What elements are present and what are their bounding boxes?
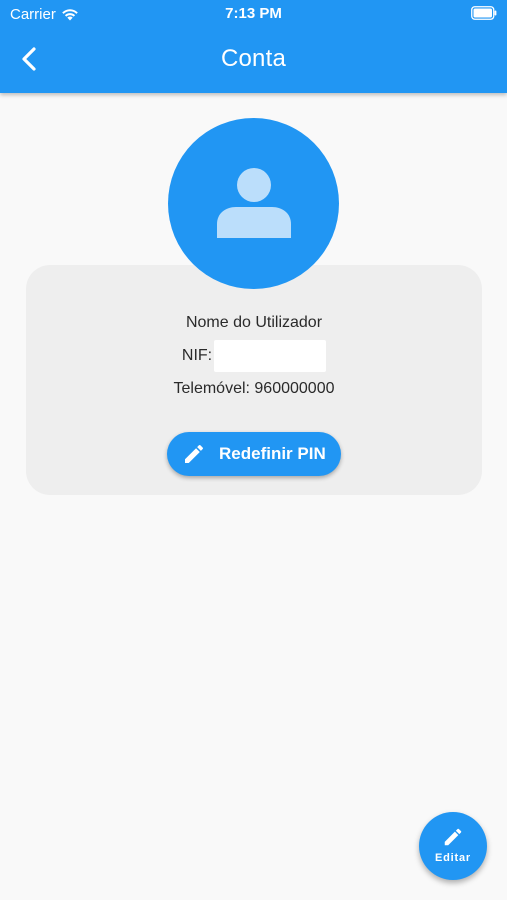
nif-value	[214, 340, 327, 372]
user-name: Nome do Utilizador	[185, 314, 323, 331]
battery-icon	[471, 6, 497, 20]
pencil-icon	[440, 825, 466, 849]
page-title: Conta	[220, 45, 287, 72]
reset-pin-label: Redefinir PIN	[219, 444, 326, 463]
reset-pin-button[interactable]: Redefinir PIN	[167, 432, 341, 476]
person-icon	[214, 161, 294, 246]
app-bar: Conta	[0, 28, 507, 93]
nif-row: NIF:	[26, 340, 482, 372]
edit-label: Editar	[435, 851, 471, 864]
status-bar: Carrier 7:13 PM	[0, 0, 507, 28]
avatar	[168, 118, 339, 289]
edit-button[interactable]: Editar	[419, 812, 487, 880]
header: Carrier 7:13 PM Conta	[0, 0, 507, 93]
pencil-icon	[181, 441, 207, 467]
status-time: 7:13 PM	[225, 5, 282, 22]
nif-label: NIF:	[181, 347, 213, 364]
phone-number: Telemóvel: 960000000	[173, 380, 335, 397]
